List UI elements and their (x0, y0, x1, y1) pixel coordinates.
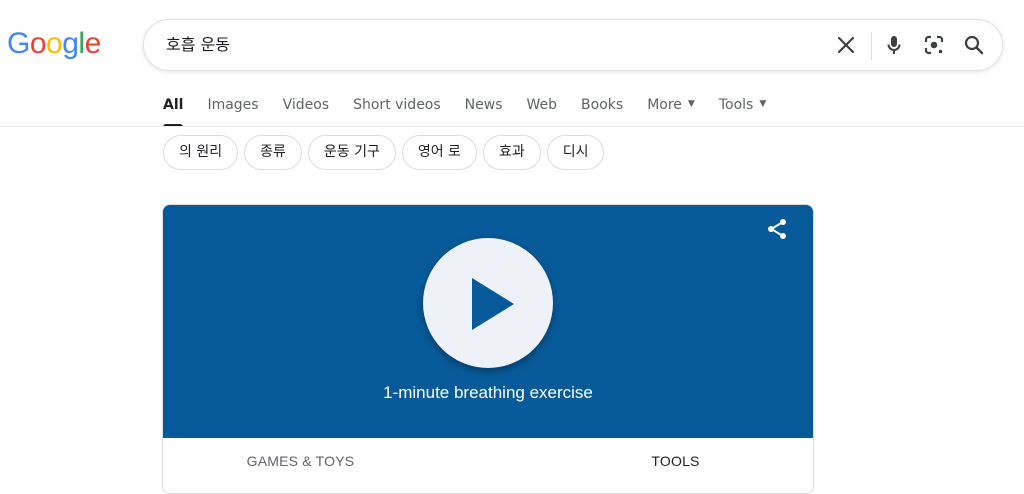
close-icon[interactable] (834, 33, 858, 57)
breathing-exercise-card: 1-minute breathing exercise GAMES & TOYS… (162, 204, 814, 494)
tab-label: All (163, 97, 184, 113)
tab-label: Short videos (353, 97, 441, 113)
caret-down-icon: ▼ (687, 99, 695, 109)
tab-tools-category[interactable]: TOOLS (488, 438, 813, 493)
card-hero: 1-minute breathing exercise (163, 205, 813, 438)
lens-icon[interactable] (922, 33, 946, 57)
logo-letter: o (29, 27, 47, 60)
refinement-chips: 의 원리 종류 운동 기구 영어 로 효과 디시 (163, 135, 610, 170)
chip-principle[interactable]: 의 원리 (163, 135, 239, 170)
tab-label: Tools (718, 97, 754, 113)
caret-down-icon: ▼ (759, 99, 767, 109)
tab-label: News (464, 97, 503, 113)
tab-label: Videos (282, 97, 330, 113)
card-category-tabs: GAMES & TOYS TOOLS (163, 438, 813, 493)
chip-types[interactable]: 종류 (244, 135, 302, 170)
exercise-title: 1-minute breathing exercise (383, 383, 593, 402)
tab-tools[interactable]: Tools ▼ (719, 88, 766, 126)
search-divider (871, 32, 872, 60)
play-button[interactable] (423, 238, 553, 368)
tab-games-and-toys[interactable]: GAMES & TOYS (163, 438, 488, 493)
chip-dcinside[interactable]: 디시 (546, 135, 605, 170)
tab-label: More (647, 97, 682, 113)
tab-label: Web (526, 97, 558, 113)
tab-web[interactable]: Web (527, 88, 558, 126)
tab-news[interactable]: News (465, 88, 503, 126)
share-icon[interactable] (765, 217, 789, 241)
chip-exercise-device[interactable]: 운동 기구 (307, 135, 396, 170)
search-tabs: All Images Videos Short videos News Web … (163, 88, 790, 127)
tab-videos[interactable]: Videos (283, 88, 330, 126)
search-box[interactable]: 호흡 운동 (143, 19, 1003, 71)
search-input[interactable]: 호흡 운동 (166, 20, 230, 70)
logo-letter: G (7, 27, 30, 60)
logo-letter: o (46, 27, 63, 60)
search-icon[interactable] (962, 33, 986, 57)
tab-images[interactable]: Images (207, 88, 258, 126)
logo-letter: g (62, 27, 79, 60)
chip-effects[interactable]: 효과 (482, 135, 541, 170)
tab-all[interactable]: All (163, 88, 184, 127)
tab-label: Books (581, 97, 624, 113)
google-logo[interactable]: Google (7, 26, 101, 62)
chip-english[interactable]: 영어 로 (401, 135, 477, 170)
play-icon (472, 278, 514, 330)
logo-letter: e (84, 27, 102, 60)
tabs-divider (0, 126, 1024, 127)
tab-label: Images (207, 97, 259, 113)
tab-short-videos[interactable]: Short videos (353, 88, 441, 126)
tab-books[interactable]: Books (581, 88, 623, 126)
tab-more[interactable]: More ▼ (647, 88, 695, 126)
mic-icon[interactable] (882, 33, 906, 57)
